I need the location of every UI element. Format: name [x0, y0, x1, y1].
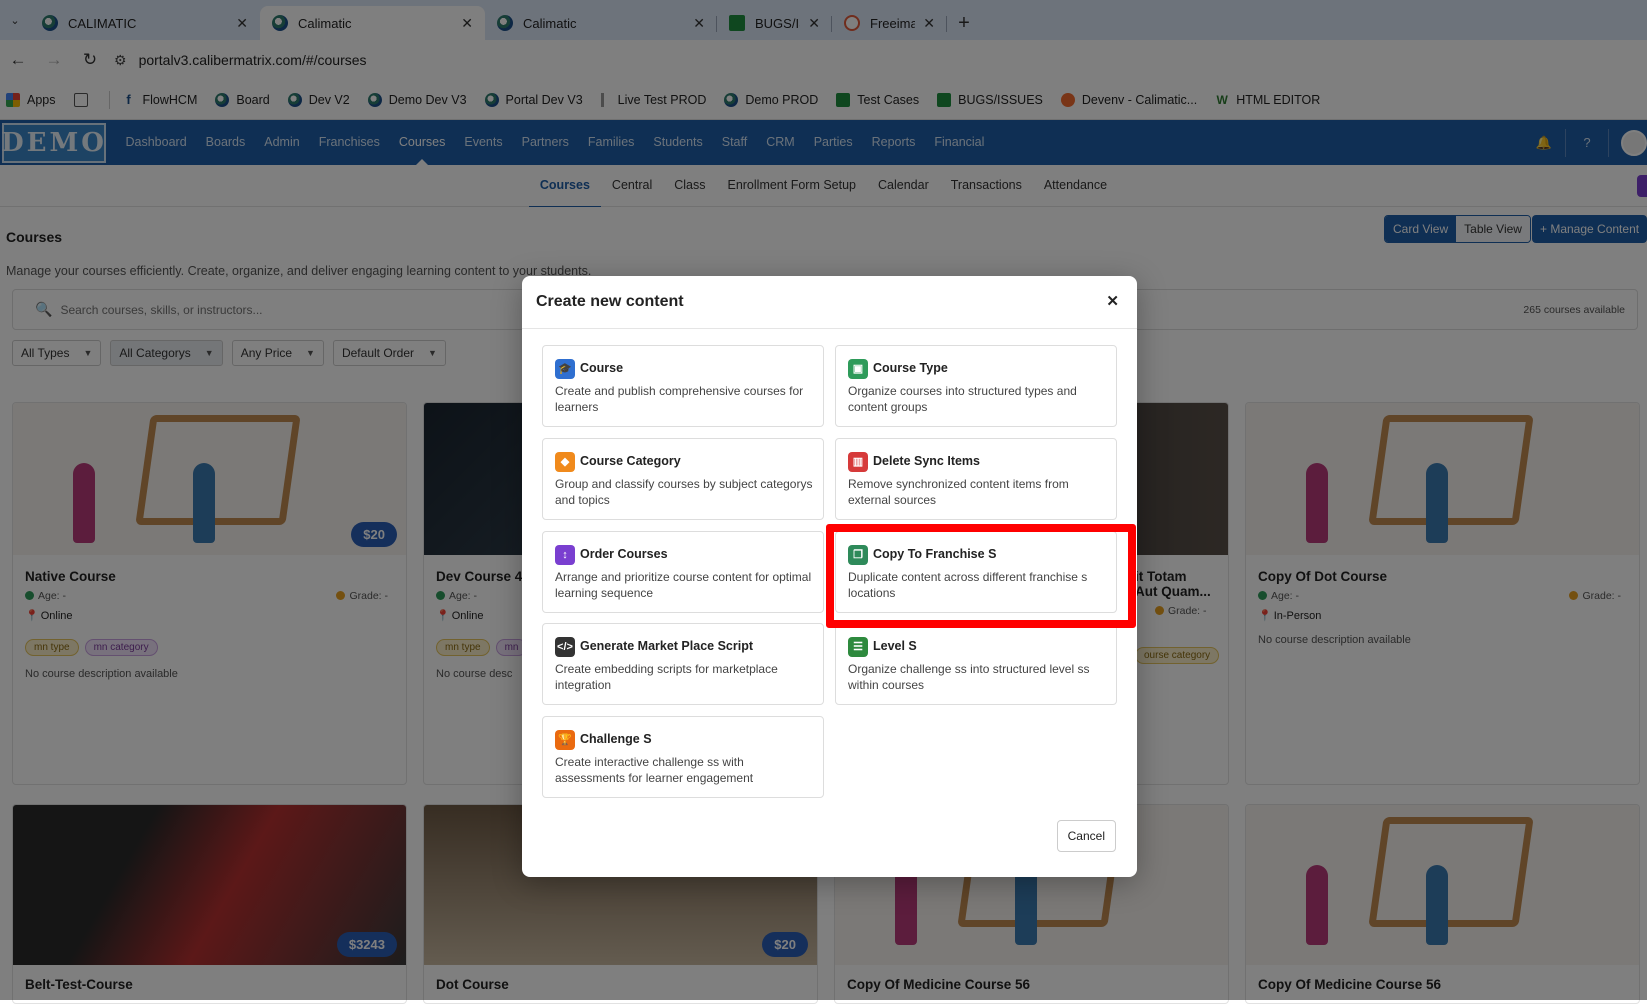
option-challenge-s[interactable]: 🏆 Challenge S Create interactive challen…	[542, 716, 824, 798]
trash-icon: ▥	[848, 452, 868, 472]
option-name: Course	[580, 361, 624, 375]
cancel-button[interactable]: Cancel	[1056, 820, 1116, 852]
option-course[interactable]: 🎓 Course Create and publish comprehensiv…	[542, 345, 824, 427]
code-icon: </>	[555, 637, 575, 657]
graduation-cap-icon: 🎓	[555, 359, 575, 379]
sort-icon: ↕	[555, 545, 575, 565]
option-name: Challenge S	[580, 732, 652, 746]
option-description: Create interactive challenge ss with ass…	[555, 755, 754, 785]
divider	[522, 328, 1137, 329]
option-name: Level S	[873, 639, 917, 653]
option-order-courses[interactable]: ↕ Order Courses Arrange and prioritize c…	[542, 531, 824, 613]
option-level-s[interactable]: ☰ Level S Organize challenge ss into str…	[835, 623, 1117, 705]
list-icon: ☰	[848, 637, 868, 657]
trophy-icon: 🏆	[555, 730, 575, 750]
option-description: Organize courses into structured types a…	[848, 384, 1077, 414]
highlight-box	[826, 524, 1136, 628]
option-name: Order Courses	[580, 547, 668, 561]
option-name: Delete Sync Items	[873, 454, 980, 468]
option-course-type[interactable]: ▣ Course Type Organize courses into stru…	[835, 345, 1117, 427]
option-description: Arrange and prioritize course content fo…	[555, 570, 812, 600]
option-name: Course Type	[873, 361, 948, 375]
modal-title: Create new content	[536, 293, 684, 310]
option-generate-market-place-script[interactable]: </> Generate Market Place Script Create …	[542, 623, 824, 705]
option-course-category[interactable]: ◆ Course Category Group and classify cou…	[542, 438, 824, 520]
option-name: Course Category	[580, 454, 681, 468]
option-description: Remove synchronized content items from e…	[848, 477, 1069, 507]
option-name: Generate Market Place Script	[580, 639, 753, 653]
option-delete-sync-items[interactable]: ▥ Delete Sync Items Remove synchronized …	[835, 438, 1117, 520]
option-description: Organize challenge ss into structured le…	[848, 662, 1090, 692]
tag-icon: ◆	[555, 452, 575, 472]
folder-icon: ▣	[848, 359, 868, 379]
close-icon[interactable]: ✕	[1106, 292, 1119, 310]
option-description: Create and publish comprehensive courses…	[555, 384, 804, 414]
option-description: Create embedding scripts for marketplace…	[555, 662, 778, 692]
option-description: Group and classify courses by subject ca…	[555, 477, 813, 507]
